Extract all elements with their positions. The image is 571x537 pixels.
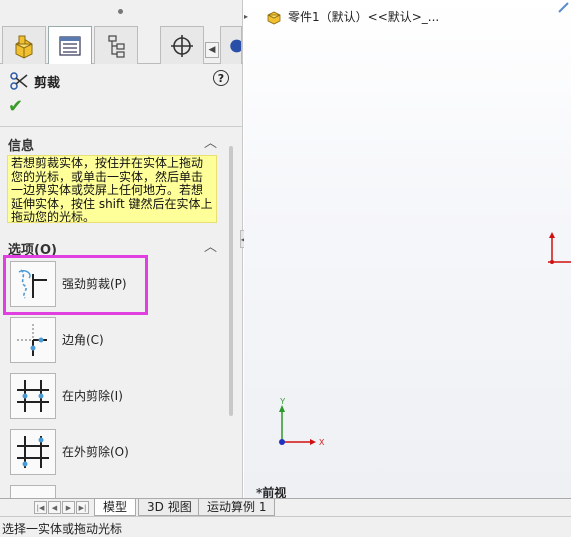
sketch-origin-icon — [548, 232, 571, 264]
corner-trim-icon — [17, 324, 47, 356]
tab-feature-manager[interactable] — [2, 26, 46, 64]
trim-outside-button[interactable] — [10, 429, 56, 475]
option-trim-outside[interactable]: 在外剪除(O) — [8, 427, 218, 477]
tab-model[interactable]: 模型 — [94, 499, 137, 516]
part-icon — [267, 11, 281, 24]
option-trim-next[interactable] — [8, 483, 218, 498]
pm-header: 剪裁 ? ✔ — [0, 66, 243, 124]
graphics-area[interactable]: ▸ 零件1（默认）<<默认>_... Y X *前视 — [244, 0, 571, 500]
option-corner[interactable]: 边角(C) — [8, 315, 218, 365]
next-tab-icon[interactable]: ▶ — [62, 501, 75, 514]
part-tree-icon — [15, 35, 33, 59]
tab-dimxpert[interactable] — [160, 26, 204, 64]
ok-check-icon[interactable]: ✔ — [8, 96, 23, 117]
power-trim-highlight — [3, 255, 148, 315]
tab-3d-view[interactable]: 3D 视图 — [138, 499, 201, 516]
tabs-scroll-left-icon[interactable]: ◀ — [205, 42, 219, 58]
trim-inside-label: 在内剪除(I) — [62, 389, 123, 403]
pencil-icon[interactable] — [557, 0, 571, 14]
corner-button[interactable] — [10, 317, 56, 363]
trim-inside-button[interactable] — [10, 373, 56, 419]
pm-title: 剪裁 — [34, 76, 61, 91]
view-triad-icon: Y X — [279, 398, 325, 447]
tab-property-manager[interactable] — [48, 26, 92, 64]
tab-motion-study-1[interactable]: 运动算例 1 — [198, 499, 276, 516]
triad-x-label: X — [319, 438, 325, 447]
property-manager-icon — [59, 35, 81, 56]
tab-configuration-manager[interactable] — [94, 26, 138, 64]
info-group-title: 信息 — [8, 139, 35, 154]
option-trim-inside[interactable]: 在内剪除(I) — [8, 371, 218, 421]
bottom-tab-bar: |◀ ◀ ▶ ▶| 模型 3D 视图 运动算例 1 — [0, 498, 571, 516]
tree-root-label: 零件1（默认）<<默认>_... — [288, 10, 440, 24]
flyout-tree-root[interactable]: 零件1（默认）<<默认>_... — [266, 8, 439, 25]
grip-dot-icon — [118, 9, 123, 14]
triad-y-label: Y — [280, 398, 286, 406]
info-message: 若想剪裁实体，按住并在实体上拖动您的光标，或单击一实体，然后单击一边界实体或荧屏… — [7, 155, 217, 223]
options-group-header[interactable]: 选项(O) ︿ — [0, 235, 225, 258]
help-icon[interactable]: ? — [213, 70, 229, 86]
tree-expand-icon[interactable]: ▸ — [244, 12, 248, 21]
dimxpert-icon — [171, 34, 193, 57]
first-tab-icon[interactable]: |◀ — [34, 501, 47, 514]
trim-next-button[interactable] — [10, 485, 56, 498]
pm-scrollbar-thumb[interactable] — [229, 146, 233, 416]
property-manager-panel: ◀ 剪裁 ? ✔ 信息 ︿ 若想剪裁实体，按住并在实体上拖动您的光标，或单击一实… — [0, 0, 243, 498]
trim-away-outside-icon — [17, 436, 49, 468]
chevron-up-icon[interactable]: ︿ — [204, 132, 217, 151]
trim-away-inside-icon — [17, 380, 49, 412]
trim-outside-label: 在外剪除(O) — [62, 445, 129, 459]
info-group-header[interactable]: 信息 ︿ — [0, 131, 225, 154]
appearance-sphere-icon — [230, 39, 241, 52]
last-tab-icon[interactable]: ▶| — [76, 501, 89, 514]
tab-appearance[interactable] — [220, 26, 242, 64]
configuration-icon — [108, 34, 125, 58]
pm-scrollbar[interactable] — [227, 126, 236, 498]
chevron-up-icon[interactable]: ︿ — [204, 236, 217, 255]
panel-grip[interactable] — [0, 0, 243, 22]
manager-tabs: ◀ — [0, 24, 243, 64]
pm-scroll-area: 信息 ︿ 若想剪裁实体，按住并在实体上拖动您的光标，或单击一实体，然后单击一边界… — [0, 126, 243, 498]
trim-icon — [10, 72, 28, 90]
corner-label: 边角(C) — [62, 333, 104, 347]
prev-tab-icon[interactable]: ◀ — [48, 501, 61, 514]
status-bar: 选择一实体或拖动光标 — [0, 516, 571, 537]
